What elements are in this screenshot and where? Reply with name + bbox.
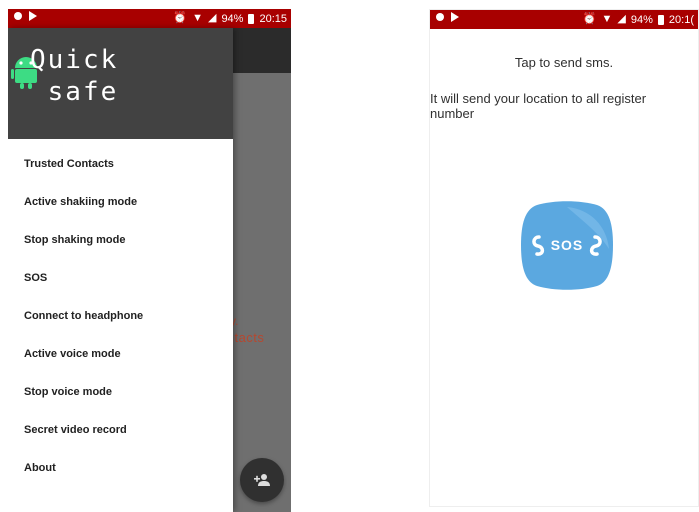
- sos-button[interactable]: SOS: [519, 199, 615, 292]
- drawer-menu: Trusted Contacts Active shakiing mode St…: [8, 145, 233, 487]
- add-contact-icon: [254, 474, 270, 486]
- record-icon: [436, 13, 444, 21]
- menu-item-stop-voice-mode[interactable]: Stop voice mode: [8, 373, 233, 411]
- tap-instruction: Tap to send sms.: [514, 55, 614, 70]
- clock: 20:15: [259, 12, 287, 25]
- menu-item-stop-shaking-mode[interactable]: Stop shaking mode: [8, 221, 233, 259]
- menu-item-connect-headphone[interactable]: Connect to headphone: [8, 297, 233, 335]
- left-phone-screen: ⏰ ▼ ◢ 94% 20:15 y. ontacts Quick safe Tr…: [8, 9, 291, 512]
- signal-icon: ◢: [617, 13, 626, 25]
- battery-percent: 94%: [221, 12, 244, 25]
- info-text: It will send your location to all regist…: [430, 91, 647, 121]
- menu-item-secret-video-record[interactable]: Secret video record: [8, 411, 233, 449]
- alarm-icon: ⏰: [582, 13, 597, 25]
- wifi-icon: ▼: [601, 13, 613, 25]
- signal-icon: ◢: [207, 12, 217, 24]
- menu-item-active-shaking-mode[interactable]: Active shakiing mode: [8, 183, 233, 221]
- menu-item-active-voice-mode[interactable]: Active voice mode: [8, 335, 233, 373]
- wifi-icon: ▼: [192, 12, 203, 24]
- add-contact-fab[interactable]: [240, 458, 284, 502]
- record-icon: [14, 12, 22, 20]
- menu-item-trusted-contacts[interactable]: Trusted Contacts: [8, 145, 233, 183]
- play-store-icon: [451, 12, 459, 22]
- battery-icon: [657, 14, 664, 25]
- battery-percent: 94%: [630, 13, 653, 26]
- menu-item-about[interactable]: About: [8, 449, 233, 487]
- alarm-icon: ⏰: [173, 12, 188, 24]
- play-store-icon: [29, 11, 37, 21]
- right-phone-screen: ⏰ ▼ ◢ 94% 20:1( Tap to send sms. It will…: [429, 9, 699, 507]
- sos-label: SOS: [551, 237, 584, 253]
- app-title: Quick safe: [30, 45, 119, 107]
- drawer-header: Quick safe: [8, 28, 233, 139]
- menu-item-sos[interactable]: SOS: [8, 259, 233, 297]
- status-bar: ⏰ ▼ ◢ 94% 20:1(: [430, 10, 698, 29]
- clock: 20:1(: [668, 13, 694, 26]
- battery-icon: [248, 13, 255, 24]
- status-bar: ⏰ ▼ ◢ 94% 20:15: [8, 9, 291, 28]
- navigation-drawer: Quick safe Trusted Contacts Active shaki…: [8, 28, 233, 512]
